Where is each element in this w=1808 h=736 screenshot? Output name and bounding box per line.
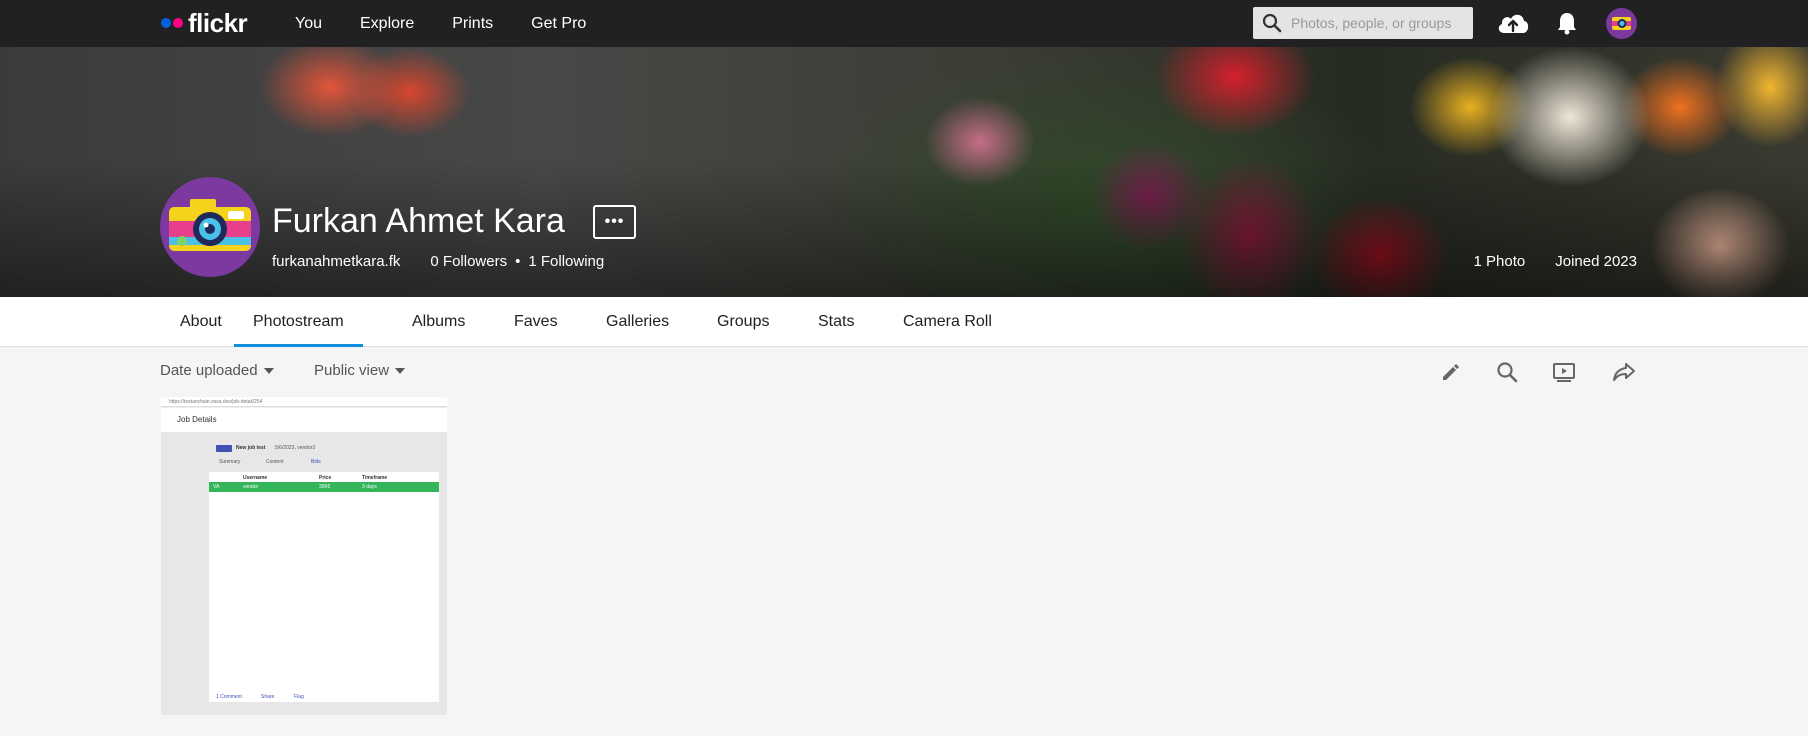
view-label: Public view [314,362,390,379]
job-meta: 5/6/2023, vendor2 [275,445,316,451]
view-dropdown[interactable]: Public view [314,362,406,379]
nav-explore[interactable]: Explore [360,15,414,33]
footer-comment: 1 Comment [216,694,242,700]
slideshow-icon[interactable] [1552,360,1576,384]
photo-tab-content: Content [266,459,284,465]
col-username: Username [243,475,268,481]
share-icon[interactable] [1612,360,1636,384]
profile-stats: 1 Photo Joined 2023 [1474,253,1637,270]
camera-avatar-icon [169,199,251,251]
cover-photo: Furkan Ahmet Kara ••• furkanahmetkara.fk… [0,47,1808,297]
tab-albums[interactable]: Albums [412,297,465,347]
bid-cell-price: 300€ [319,484,331,490]
photo-tab-summary: Summary [219,459,241,465]
bid-cell-initials: VA [213,484,220,490]
sort-label: Date uploaded [160,362,258,379]
job-id-badge [216,445,232,452]
photo-url-bar: https://testanchain.ossa.dev/job-detail/… [161,397,447,407]
nav-get-pro[interactable]: Get Pro [531,15,586,33]
nav-you[interactable]: You [295,15,322,33]
logo-wordmark: flickr [188,7,248,38]
profile-tabs: About Photostream Albums Faves Galleries… [0,297,1808,347]
more-options-button[interactable]: ••• [593,205,636,239]
photo-url-text: https://testanchain.ossa.dev/job-detail/… [169,399,263,405]
tab-about[interactable]: About [180,297,222,347]
profile-avatar[interactable] [160,177,260,277]
col-timeframe: Timeframe [362,475,388,481]
profile-name: Furkan Ahmet Kara [272,202,565,240]
photo-tab-bids: Bids [311,459,321,465]
tab-camera-roll[interactable]: Camera Roll [903,297,992,347]
logo-blue-dot [161,18,171,28]
upload-cloud-icon[interactable] [1496,9,1530,37]
profile-username: furkanahmetkara.fk [272,253,401,270]
search-box [1253,7,1473,39]
photo-count: 1 Photo [1473,253,1526,270]
camera-avatar-icon [1612,17,1631,30]
main-nav: You Explore Prints Get Pro [295,0,624,47]
chevron-down-icon [263,368,274,375]
tab-faves[interactable]: Faves [514,297,558,347]
photo-page-header: Job Details [161,408,447,432]
tab-stats[interactable]: Stats [818,297,854,347]
footer-share: Share [261,694,275,700]
tab-groups[interactable]: Groups [717,297,769,347]
nav-prints[interactable]: Prints [452,15,493,33]
following-link[interactable]: 1 Following [528,253,604,270]
top-navigation-bar: flickr You Explore Prints Get Pro [0,0,1808,47]
bid-cell-timeframe: 3 days [362,484,377,490]
photo-header-title: Job Details [177,415,217,424]
sort-dropdown[interactable]: Date uploaded [160,362,274,379]
tab-galleries[interactable]: Galleries [606,297,669,347]
edit-pencil-icon[interactable] [1439,360,1463,384]
tab-photostream[interactable]: Photostream [234,297,363,347]
bids-table-card [209,472,439,702]
flickr-logo[interactable]: flickr [161,7,248,38]
profile-subline: furkanahmetkara.fk 0 Followers • 1 Follo… [272,253,604,270]
chevron-down-icon [395,368,406,375]
photo-page-body: New job test 5/6/2023, vendor2 Summary C… [161,432,447,715]
followers-link[interactable]: 0 Followers [430,253,507,270]
bid-cell-username: vendor [243,484,259,490]
logo-pink-dot [173,18,183,28]
photo-thumbnail[interactable]: https://testanchain.ossa.dev/job-detail/… [161,397,447,715]
footer-flag: Flag [294,694,304,700]
search-icon[interactable] [1495,360,1519,384]
notifications-bell-icon[interactable] [1556,11,1578,35]
job-title: New job test [236,445,266,451]
separator-bullet: • [515,253,521,270]
joined-date: Joined 2023 [1555,253,1637,270]
search-input[interactable] [1291,13,1467,33]
user-avatar[interactable] [1606,8,1637,39]
search-icon[interactable] [1262,13,1282,33]
col-price: Price [319,475,332,481]
